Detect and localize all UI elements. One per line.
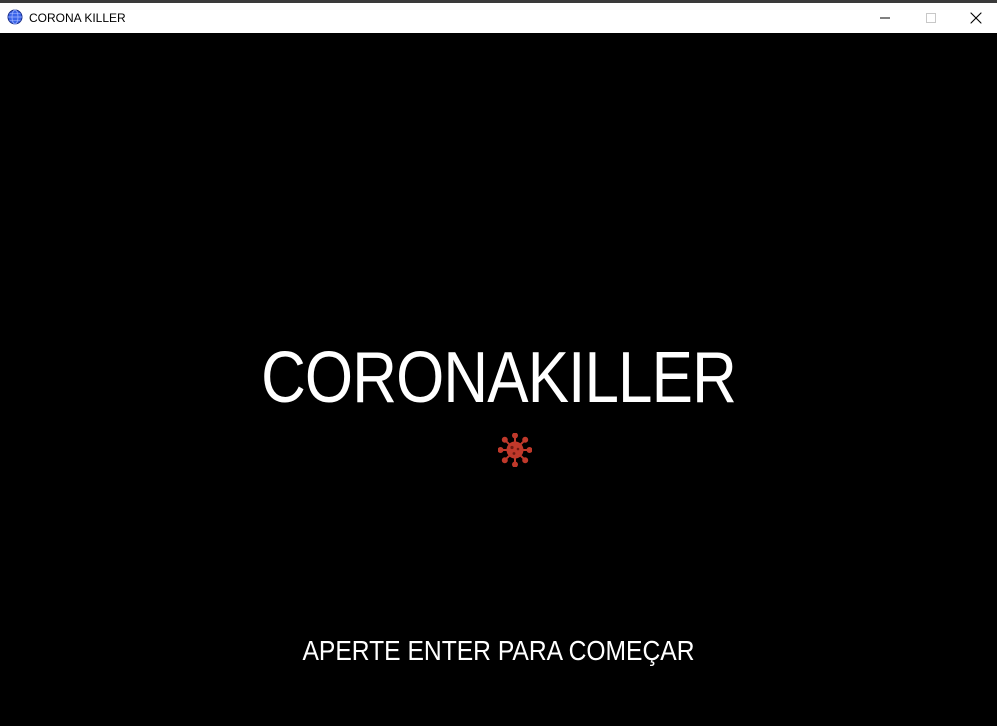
game-canvas[interactable]: CORONAKILLER APERTE ENTER PARA COMEÇAR: [0, 33, 997, 726]
maximize-button[interactable]: [908, 3, 954, 33]
maximize-icon: [926, 13, 936, 23]
game-title: CORONAKILLER: [261, 338, 737, 418]
close-icon: [970, 12, 981, 24]
globe-icon: [7, 9, 23, 25]
title-bar[interactable]: CORONA KILLER: [0, 3, 997, 33]
minimize-button[interactable]: [862, 3, 908, 33]
minimize-icon: [880, 17, 890, 19]
close-button[interactable]: [954, 3, 997, 33]
start-prompt: APERTE ENTER PARA COMEÇAR: [302, 635, 695, 666]
game-window: CORONA KILLER CORONAKILLER APERTE ENTER …: [0, 0, 997, 726]
window-title: CORONA KILLER: [29, 11, 126, 25]
virus-icon: [497, 432, 533, 468]
